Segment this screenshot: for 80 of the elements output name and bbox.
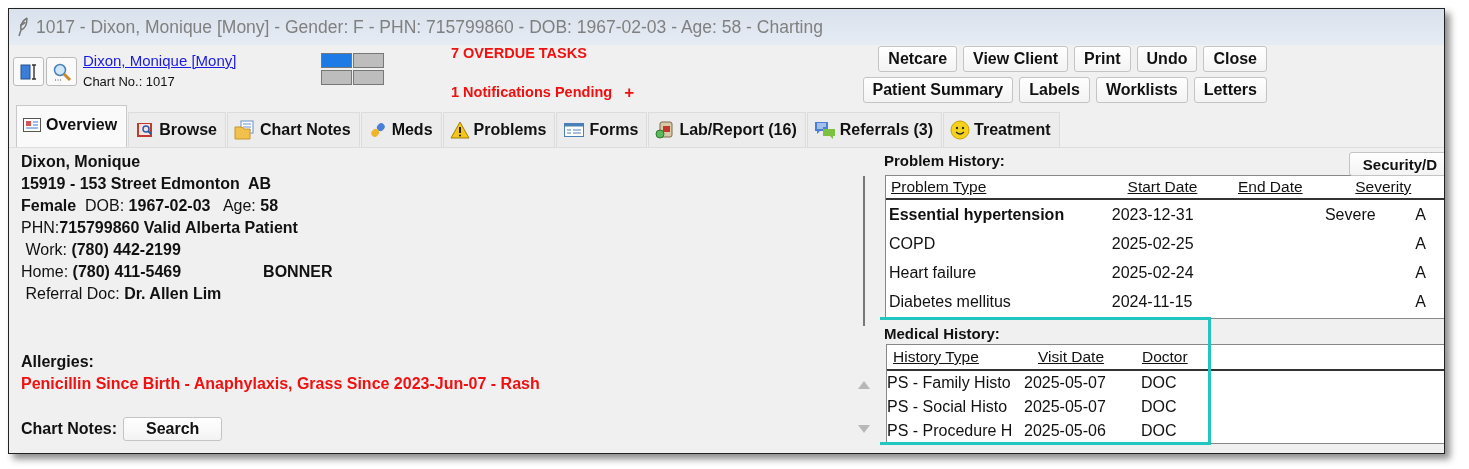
table-cell: 2025-05-07 [1024,398,1106,415]
column-header[interactable]: Doctor [1142,348,1212,366]
tab[interactable]: Treatment [943,112,1060,147]
demographics-line: Dixon, Monique [21,153,141,171]
table-cell: A [1415,234,1426,252]
demographics-line: 15919 - 153 Street Edmonton AB [21,175,272,193]
allergies-text: Penicillin Since Birth - Anaphylaxis, Grass Since 2023-Jun-07 - Rash [21,374,541,394]
toolbar-button[interactable]: Netcare [878,46,958,72]
security-button[interactable]: Security/D [1348,152,1444,176]
warning-icon [449,120,470,140]
column-header[interactable]: End Date [1238,178,1356,196]
column-header[interactable]: Severity [1355,178,1444,196]
allergies-heading: Allergies: [21,352,95,372]
table-cell: 2025-02-24 [1111,263,1194,281]
tab[interactable]: Problems [442,112,556,147]
jar-icon [655,120,676,140]
toolbar-button[interactable]: Letters [1193,77,1267,103]
chart-notes-heading: Chart Notes: [21,420,117,438]
form-icon [563,121,586,139]
demographics-note: BONNER [263,263,333,281]
tab[interactable]: Lab/Report (16) [648,112,806,147]
table-cell: PS - Social Histo [887,398,1008,415]
table-cell: A [1415,205,1426,223]
demographics-line: PHN:715799860 Valid Alberta Patient [21,219,298,237]
quill-icon [16,17,30,37]
toolbar-button[interactable]: Worklists [1095,77,1188,103]
table-cell: Heart failure [889,263,977,281]
table-cell: Diabetes mellitus [889,292,1011,310]
add-notification-button[interactable]: + [624,84,635,101]
chat-icon [813,120,836,140]
table-cell: PS - Procedure H [887,422,1013,439]
demographics-line: Referral Doc: Dr. Allen Lim [24,285,222,303]
table-cell: Severe [1324,205,1376,223]
table-cell: 2023-12-31 [1111,205,1194,223]
patient-name-link[interactable]: Dixon, Monique [Mony] [83,52,237,69]
tab[interactable]: Chart Notes [226,112,360,147]
toolbar-button[interactable]: Patient Summary [862,77,1014,103]
table-cell: DOC [1141,398,1177,415]
table-cell: PS - Family Histo [887,374,1011,391]
tab[interactable]: Forms [556,112,648,147]
chart-number: Chart No.: 1017 [83,74,176,89]
notifications-alert[interactable]: 1 Notifications Pending [451,84,613,101]
table-cell: DOC [1141,374,1177,391]
window-title: 1017 - Dixon, Monique [Mony] - Gender: F - PHN: 715799860 - DOB: 1967-02-03 - Age: 58 - Charting [36,16,823,38]
folder-icon [233,120,256,140]
table-cell: A [1415,292,1426,310]
column-header[interactable]: Problem Type [891,178,1128,196]
table-cell: 2025-02-25 [1111,234,1194,252]
medical-history-title: Medical History: [884,324,1001,344]
table-cell: A [1415,263,1426,281]
tab[interactable]: Meds [360,112,442,147]
tab[interactable]: Overview [16,105,128,147]
tab[interactable]: Referrals (3) [806,112,943,147]
search-button[interactable] [46,57,77,86]
panel-button[interactable] [13,57,44,86]
layout-grid-icon[interactable] [321,53,384,85]
toolbar-button[interactable]: Labels [1019,77,1090,103]
problem-history-title: Problem History: [884,152,1005,169]
table-cell: Essential hypertension [889,205,1065,223]
table-cell: COPD [889,234,936,252]
table-cell: 2024-11-15 [1111,292,1193,310]
smiley-icon [950,120,971,140]
table-cell: 2025-05-06 [1024,422,1106,439]
toolbar-button[interactable]: Close [1203,46,1267,72]
search-icon [51,61,72,82]
panel-icon [18,62,39,81]
column-header[interactable]: History Type [893,348,1038,366]
table-cell: DOC [1141,422,1177,439]
toolbar-button[interactable]: Print [1074,46,1131,72]
toolbar-button[interactable]: Undo [1136,46,1198,72]
tab[interactable]: Browse [128,112,226,147]
search-button[interactable]: Search [123,417,223,441]
column-header[interactable]: Visit Date [1038,348,1142,366]
column-header[interactable]: Start Date [1127,178,1238,196]
overdue-tasks-alert[interactable]: 7 OVERDUE TASKS [451,45,635,61]
table-cell: 2025-05-07 [1024,374,1106,391]
toolbar-button[interactable]: View Client [963,46,1069,72]
demographics-line: Work: (780) 442-2199 [24,241,181,259]
demographics-line: Female DOB: 1967-02-03 Age: 58 [21,197,279,215]
demographics-line: Home: (780) 411-5469 [21,263,182,281]
